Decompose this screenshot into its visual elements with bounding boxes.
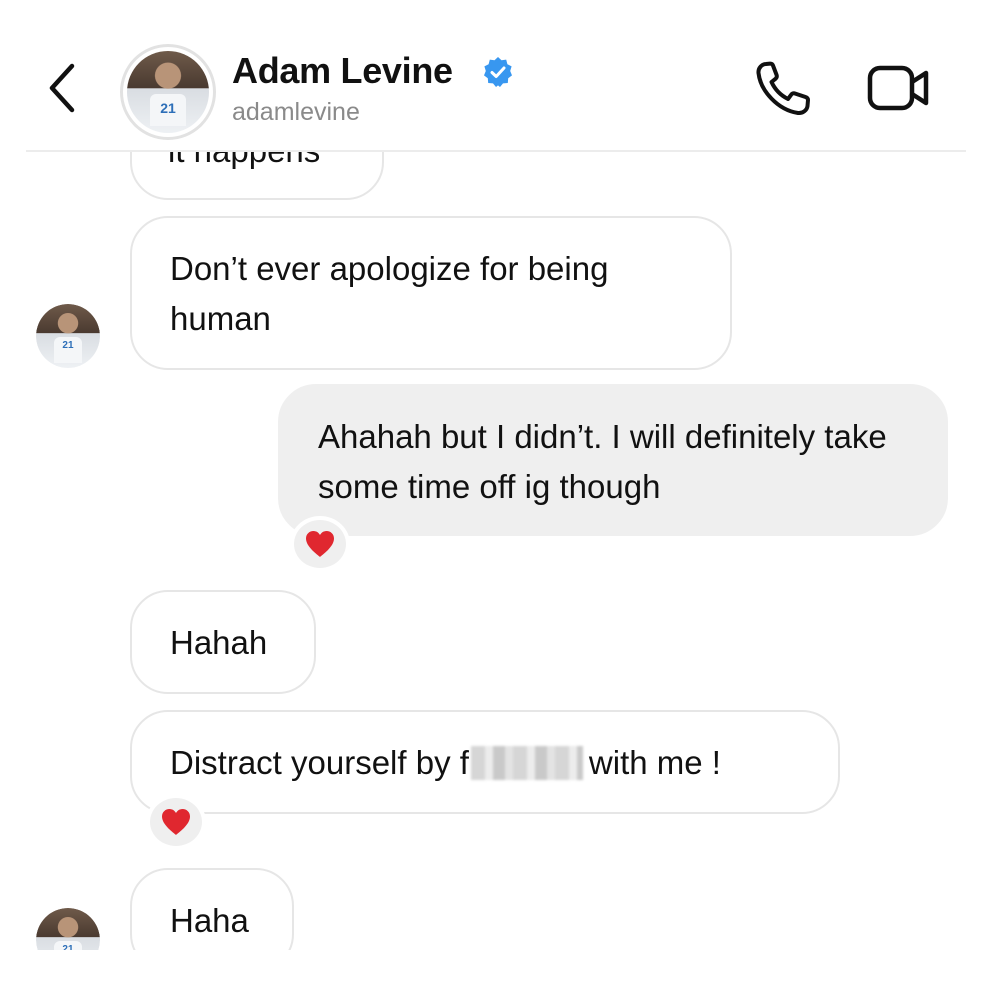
video-camera-icon [867,65,929,111]
message-bubble-incoming[interactable]: Haha [130,868,294,950]
censored-word [470,746,583,780]
jersey-number: 21 [53,941,83,950]
message-text: Ahahah but I didn’t. I will definitely t… [318,418,887,505]
heart-icon [162,809,190,835]
audio-call-button[interactable] [752,56,816,120]
jersey-number: 21 [53,337,83,363]
verified-badge-icon [484,57,512,87]
chevron-left-icon [49,63,75,113]
message-text-end: with me ! [588,744,721,781]
message-text-start: Distract yourself by f [170,744,469,781]
sender-avatar-photo: 21 [36,304,100,368]
message-bubble-incoming[interactable]: it happens [130,152,384,200]
sender-avatar-photo: 21 [36,908,100,950]
message-bubble-incoming[interactable]: Distract yourself by f with me ! [130,710,840,814]
message-text: Haha [170,902,249,939]
message-text: it happens [168,152,320,169]
message-thread[interactable]: it happens 21 Don’t ever apologize for b… [0,152,992,950]
message-text: Hahah [170,624,268,661]
sender-avatar[interactable]: 21 [36,908,100,950]
video-call-button[interactable] [864,58,936,118]
message-bubble-outgoing[interactable]: Ahahah but I didn’t. I will definitely t… [278,384,948,536]
jersey-number: 21 [149,93,187,127]
header-avatar[interactable]: 21 [120,44,216,140]
phone-icon [756,61,810,116]
message-bubble-incoming[interactable]: Hahah [130,590,316,694]
heart-reaction[interactable] [290,516,350,572]
contact-handle[interactable]: adamlevine [232,98,360,127]
chat-header: 21 Adam Levine adamlevine [0,0,992,152]
back-button[interactable] [40,60,88,116]
message-text: Don’t ever apologize for being human [170,250,609,337]
heart-reaction[interactable] [146,794,206,850]
profile-photo: 21 [127,51,209,133]
heart-icon [306,531,334,557]
sender-avatar[interactable]: 21 [36,304,100,368]
message-bubble-incoming[interactable]: Don’t ever apologize for being human [130,216,732,370]
contact-name[interactable]: Adam Levine [232,50,453,92]
